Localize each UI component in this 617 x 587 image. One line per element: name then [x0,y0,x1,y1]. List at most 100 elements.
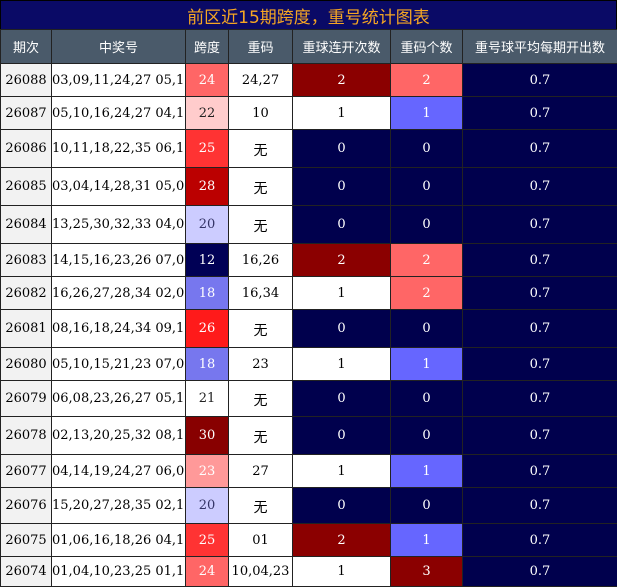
streak-cell: 0 [293,206,391,244]
streak-cell: 0 [293,310,391,348]
avg-cell: 0.7 [463,310,617,348]
numbers-cell: 05,10,15,21,23 07,08 [52,348,186,381]
issue-cell: 26074 [1,557,52,587]
count-cell: 1 [391,524,463,557]
repeat-cell: 23 [229,348,293,381]
page-title: 前区近15期跨度，重号统计图表 [0,0,617,30]
span-cell: 12 [186,244,229,277]
table-body: 2608803,09,11,24,27 05,112424,27220.7260… [1,64,617,587]
streak-cell: 0 [293,381,391,417]
span-cell: 26 [186,310,229,348]
numbers-cell: 06,08,23,26,27 05,12 [52,381,186,417]
issue-cell: 26081 [1,310,52,348]
span-cell: 22 [186,97,229,130]
count-cell: 0 [391,206,463,244]
span-cell: 21 [186,381,229,417]
count-cell: 3 [391,557,463,587]
numbers-cell: 05,10,16,24,27 04,10 [52,97,186,130]
repeat-cell: 10 [229,97,293,130]
stats-table: 期次 中奖号 跨度 重码 重球连开次数 重码个数 重号球平均每期开出数 2608… [0,29,617,587]
count-cell: 0 [391,417,463,455]
streak-cell: 0 [293,417,391,455]
issue-cell: 26087 [1,97,52,130]
numbers-cell: 03,09,11,24,27 05,11 [52,64,186,97]
span-cell: 20 [186,488,229,524]
repeat-cell: 01 [229,524,293,557]
repeat-cell: 16,34 [229,277,293,310]
count-cell: 2 [391,244,463,277]
issue-cell: 26078 [1,417,52,455]
table-row: 2608610,11,18,22,35 06,1225无000.7 [1,130,617,168]
avg-cell: 0.7 [463,206,617,244]
repeat-cell: 24,27 [229,64,293,97]
avg-cell: 0.7 [463,97,617,130]
repeat-cell: 无 [229,488,293,524]
span-cell: 18 [186,348,229,381]
count-cell: 0 [391,381,463,417]
table-row: 2607615,20,27,28,35 02,1120无000.7 [1,488,617,524]
issue-cell: 26075 [1,524,52,557]
table-row: 2607401,04,10,23,25 01,122410,04,23130.7 [1,557,617,587]
header-span: 跨度 [186,30,229,64]
issue-cell: 26077 [1,455,52,488]
repeat-cell: 10,04,23 [229,557,293,587]
numbers-cell: 16,26,27,28,34 02,06 [52,277,186,310]
span-cell: 25 [186,524,229,557]
numbers-cell: 10,11,18,22,35 06,12 [52,130,186,168]
numbers-cell: 08,16,18,24,34 09,12 [52,310,186,348]
count-cell: 0 [391,168,463,206]
span-cell: 18 [186,277,229,310]
span-cell: 30 [186,417,229,455]
table-row: 2608803,09,11,24,27 05,112424,27220.7 [1,64,617,97]
avg-cell: 0.7 [463,277,617,310]
repeat-cell: 27 [229,455,293,488]
streak-cell: 0 [293,168,391,206]
count-cell: 2 [391,64,463,97]
issue-cell: 26083 [1,244,52,277]
repeat-cell: 无 [229,168,293,206]
span-cell: 24 [186,64,229,97]
issue-cell: 26082 [1,277,52,310]
streak-cell: 1 [293,277,391,310]
numbers-cell: 14,15,16,23,26 07,09 [52,244,186,277]
table-row: 2607802,13,20,25,32 08,1130无000.7 [1,417,617,455]
repeat-cell: 无 [229,381,293,417]
count-cell: 1 [391,348,463,381]
table-row: 2607501,06,16,18,26 04,102501210.7 [1,524,617,557]
avg-cell: 0.7 [463,455,617,488]
header-repeat: 重码 [229,30,293,64]
avg-cell: 0.7 [463,130,617,168]
numbers-cell: 13,25,30,32,33 04,05 [52,206,186,244]
issue-cell: 26076 [1,488,52,524]
header-streak: 重球连开次数 [293,30,391,64]
table-row: 2608108,16,18,24,34 09,1226无000.7 [1,310,617,348]
table-row: 2607906,08,23,26,27 05,1221无000.7 [1,381,617,417]
repeat-cell: 无 [229,206,293,244]
numbers-cell: 02,13,20,25,32 08,11 [52,417,186,455]
count-cell: 1 [391,97,463,130]
header-count: 重码个数 [391,30,463,64]
avg-cell: 0.7 [463,417,617,455]
streak-cell: 1 [293,97,391,130]
header-avg: 重号球平均每期开出数 [463,30,617,64]
table-row: 2608005,10,15,21,23 07,081823110.7 [1,348,617,381]
streak-cell: 0 [293,130,391,168]
issue-cell: 26080 [1,348,52,381]
table-row: 2608216,26,27,28,34 02,061816,34120.7 [1,277,617,310]
streak-cell: 1 [293,455,391,488]
repeat-cell: 无 [229,417,293,455]
span-cell: 25 [186,130,229,168]
numbers-cell: 03,04,14,28,31 05,07 [52,168,186,206]
table-row: 2608705,10,16,24,27 04,102210110.7 [1,97,617,130]
repeat-cell: 无 [229,310,293,348]
numbers-cell: 01,04,10,23,25 01,12 [52,557,186,587]
repeat-cell: 无 [229,130,293,168]
avg-cell: 0.7 [463,348,617,381]
chart-container: 前区近15期跨度，重号统计图表 期次 中奖号 跨度 重码 重球连开次数 重码个数… [0,0,617,557]
avg-cell: 0.7 [463,381,617,417]
streak-cell: 1 [293,348,391,381]
streak-cell: 2 [293,64,391,97]
streak-cell: 0 [293,488,391,524]
avg-cell: 0.7 [463,557,617,587]
repeat-cell: 16,26 [229,244,293,277]
